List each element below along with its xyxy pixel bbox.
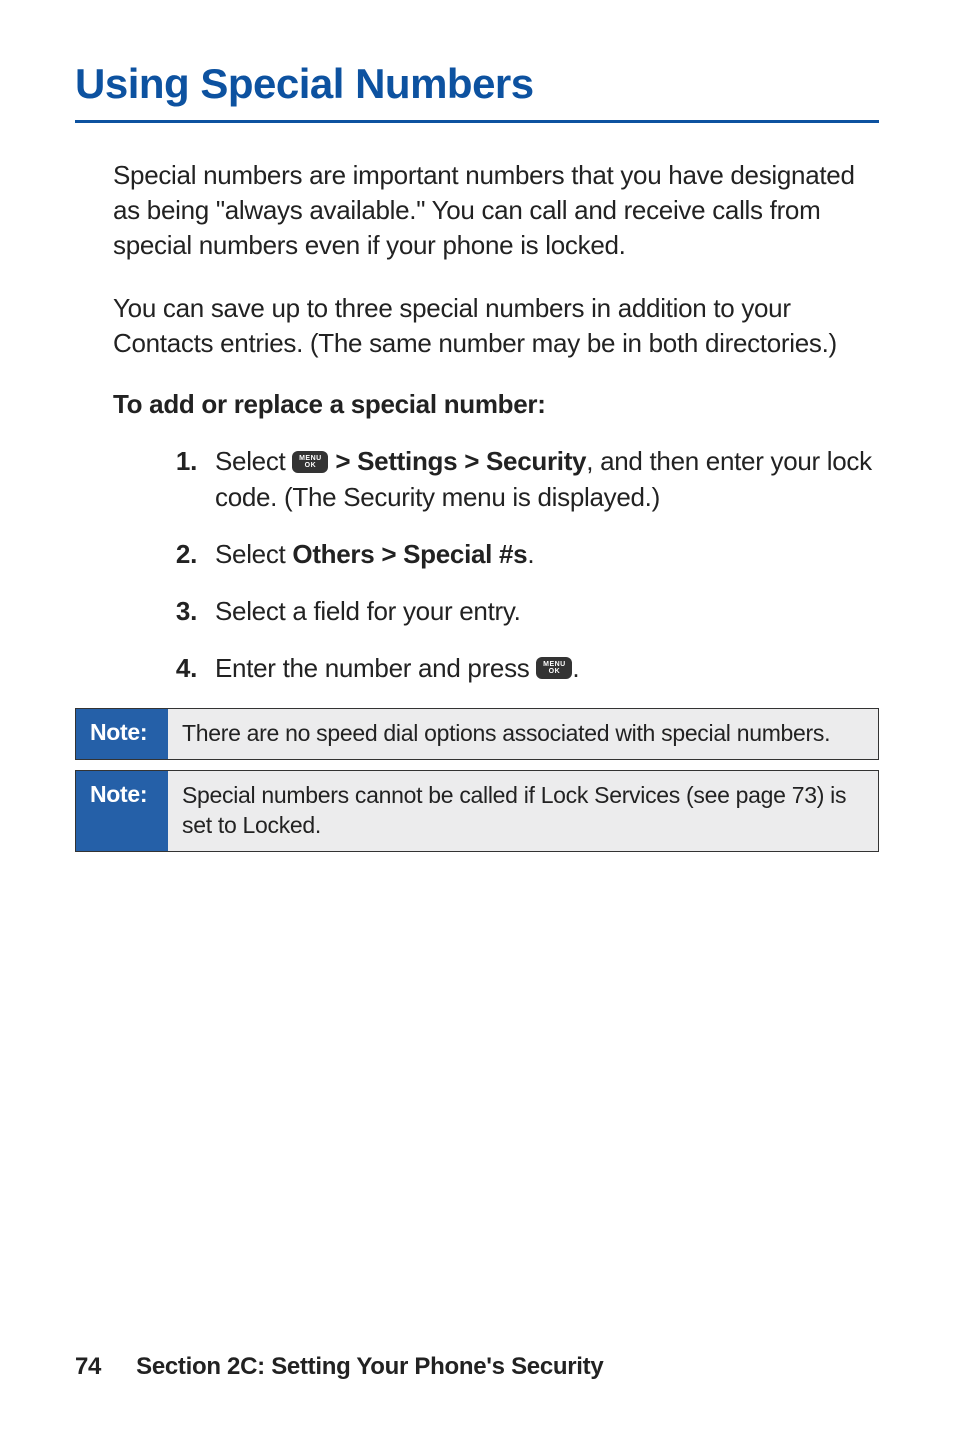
- list-item: 2. Select Others > Special #s.: [155, 537, 879, 572]
- intro-paragraph-2: You can save up to three special numbers…: [113, 291, 879, 361]
- list-number: 1.: [155, 444, 197, 479]
- note-box-1: Note: There are no speed dial options as…: [75, 708, 879, 760]
- intro-paragraph-1: Special numbers are important numbers th…: [113, 158, 879, 263]
- step-text-pre: Enter the number and press: [215, 653, 536, 683]
- note-label: Note:: [76, 709, 168, 759]
- icon-label-top: MENU: [543, 661, 566, 668]
- list-number: 3.: [155, 594, 197, 629]
- icon-label-top: MENU: [299, 455, 322, 462]
- note-label: Note:: [76, 771, 168, 851]
- list-number: 2.: [155, 537, 197, 572]
- step-text-bold: Others > Special #s: [292, 539, 527, 569]
- list-item: 3. Select a field for your entry.: [155, 594, 879, 629]
- note-content: There are no speed dial options associat…: [168, 709, 878, 759]
- note-content: Special numbers cannot be called if Lock…: [168, 771, 878, 851]
- list-number: 4.: [155, 651, 197, 686]
- step-text-pre: Select: [215, 539, 292, 569]
- step-text-pre: Select: [215, 446, 292, 476]
- step-text-post: .: [572, 653, 579, 683]
- list-content: Select MENUOK > Settings > Security, and…: [215, 444, 879, 514]
- step-text-bold: > Settings > Security: [328, 446, 586, 476]
- list-item: 4. Enter the number and press MENUOK.: [155, 651, 879, 686]
- page-heading: Using Special Numbers: [75, 60, 879, 108]
- menu-ok-icon: MENUOK: [292, 451, 328, 473]
- menu-ok-icon: MENUOK: [536, 657, 572, 679]
- note-box-2: Note: Special numbers cannot be called i…: [75, 770, 879, 852]
- page-footer: 74 Section 2C: Setting Your Phone's Secur…: [75, 1353, 603, 1381]
- icon-label-bottom: OK: [305, 462, 317, 469]
- section-title: Section 2C: Setting Your Phone's Securit…: [136, 1353, 603, 1380]
- page-number: 74: [75, 1353, 101, 1380]
- step-text-pre: Select a field for your entry.: [215, 596, 521, 626]
- list-content: Enter the number and press MENUOK.: [215, 651, 879, 686]
- heading-underline: [75, 120, 879, 123]
- procedure-list: 1. Select MENUOK > Settings > Security, …: [155, 444, 879, 685]
- list-content: Select a field for your entry.: [215, 594, 879, 629]
- list-content: Select Others > Special #s.: [215, 537, 879, 572]
- list-item: 1. Select MENUOK > Settings > Security, …: [155, 444, 879, 514]
- step-text-post: .: [527, 539, 534, 569]
- icon-label-bottom: OK: [549, 668, 561, 675]
- procedure-heading: To add or replace a special number:: [113, 389, 879, 420]
